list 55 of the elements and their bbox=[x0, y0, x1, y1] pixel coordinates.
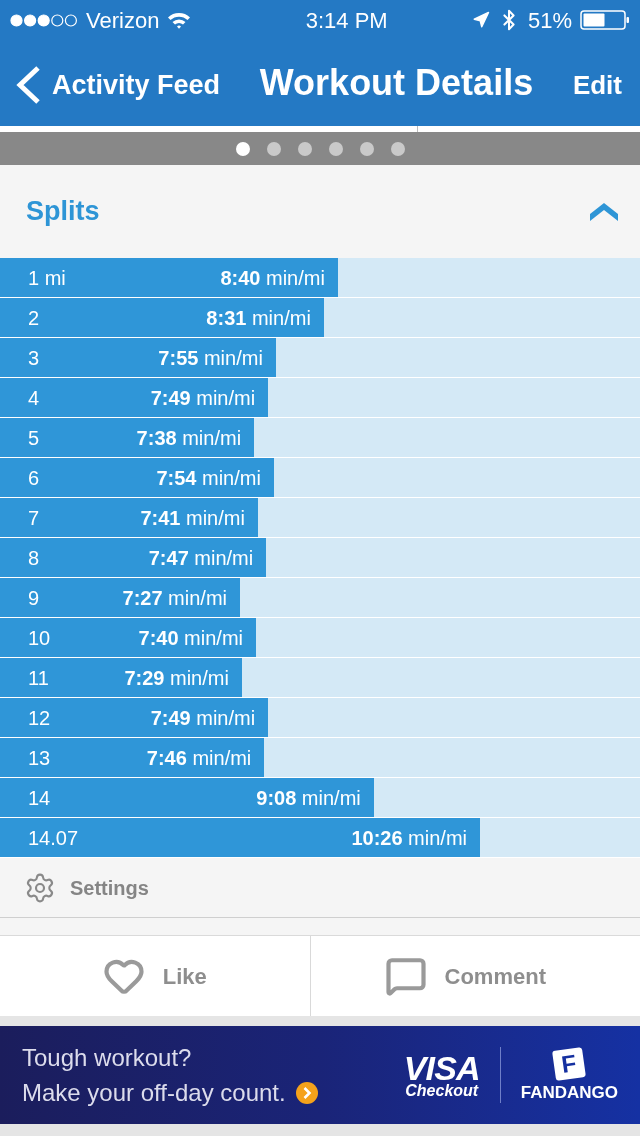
chevron-left-icon bbox=[14, 65, 42, 105]
split-pace: 7:29 min/mi bbox=[124, 665, 229, 691]
split-distance: 4 bbox=[28, 385, 40, 411]
split-pace: 7:49 min/mi bbox=[150, 385, 256, 411]
split-distance: 2 bbox=[28, 305, 40, 331]
split-pace: 8:31 min/mi bbox=[206, 305, 311, 331]
split-distance: 13 bbox=[28, 745, 51, 771]
split-distance: 6 bbox=[28, 465, 40, 491]
split-distance: 12 bbox=[28, 705, 51, 731]
split-pace: 8:40 min/mi bbox=[220, 265, 325, 291]
brand-name: FANDANGO bbox=[520, 1084, 618, 1101]
brand-name: VISA bbox=[403, 1051, 480, 1085]
split-pace: 7:46 min/mi bbox=[146, 745, 252, 771]
split-pace: 7:55 min/mi bbox=[158, 345, 263, 371]
speech-bubble-icon bbox=[384, 955, 427, 997]
split-pace: 7:40 min/mi bbox=[138, 625, 243, 651]
split-distance: 3 bbox=[28, 345, 40, 371]
brand-logo-mark: F bbox=[552, 1047, 587, 1081]
split-distance: 7 bbox=[28, 505, 40, 531]
split-pace: 7:49 min/mi bbox=[150, 705, 256, 731]
carrier-name: Verizon bbox=[86, 6, 160, 35]
split-pace: 7:38 min/mi bbox=[136, 425, 242, 451]
signal-icon bbox=[10, 13, 78, 27]
split-distance: 8 bbox=[28, 545, 40, 571]
ad-tagline: Make your off-day count. bbox=[22, 1078, 286, 1108]
chevron-up-icon[interactable] bbox=[590, 202, 618, 221]
wifi-icon bbox=[167, 11, 192, 29]
split-distance: 14.07 bbox=[28, 825, 79, 851]
split-distance: 9 bbox=[28, 585, 40, 611]
back-button[interactable]: Activity Feed bbox=[14, 60, 221, 106]
section-title: Splits bbox=[26, 195, 100, 229]
split-pace: 9:08 min/mi bbox=[256, 785, 361, 811]
settings-row[interactable]: Settings bbox=[0, 858, 640, 918]
brand-subtitle: Checkout bbox=[405, 1083, 479, 1099]
settings-icon bbox=[24, 871, 56, 904]
split-distance: 11 bbox=[28, 665, 49, 691]
split-pace: 7:54 min/mi bbox=[156, 465, 261, 491]
split-distance: 1 mi bbox=[28, 265, 66, 291]
battery-icon bbox=[580, 10, 630, 30]
split-distance: 5 bbox=[28, 425, 40, 451]
location-arrow-icon bbox=[471, 11, 490, 29]
screen-title: Workout Details bbox=[259, 61, 534, 105]
settings-label: Settings bbox=[70, 875, 149, 901]
edit-button[interactable]: Edit bbox=[572, 61, 622, 105]
split-distance: 10 bbox=[28, 625, 51, 651]
split-pace: 10:26 min/mi bbox=[351, 825, 467, 851]
clock-time: 3:14 PM bbox=[305, 6, 388, 35]
ad-banner[interactable]: Tough workout? Make your off-day count. VISA Checkout F FANDANGO bbox=[0, 1026, 640, 1124]
ad-headline: Tough workout? bbox=[22, 1043, 193, 1073]
split-pace: 7:41 min/mi bbox=[140, 505, 245, 531]
battery-percent: 51% bbox=[527, 6, 572, 35]
chevron-right-circle-icon bbox=[295, 1081, 318, 1104]
split-pace: 7:27 min/mi bbox=[122, 585, 227, 611]
split-distance: 14 bbox=[28, 785, 51, 811]
split-pace: 7:47 min/mi bbox=[148, 545, 254, 571]
